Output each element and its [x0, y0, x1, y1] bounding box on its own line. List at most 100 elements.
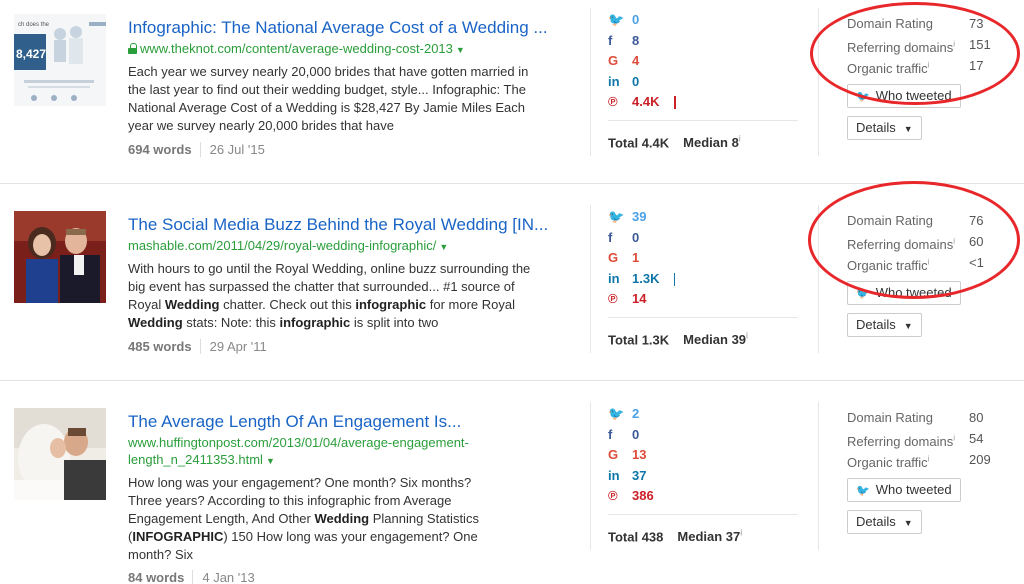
social-shares: 🐦 0 f8 G4 in 0 ℗ 4.4K Total 4.4K Median 8i: [608, 10, 798, 150]
info-icon: i: [927, 455, 930, 464]
description-text: stats: Note: this: [182, 315, 280, 330]
description-text: Each year we survey nearly 20,000 brides…: [128, 64, 529, 133]
twitter-icon: 🐦: [856, 485, 870, 497]
info-icon: i: [953, 40, 955, 49]
referring-domains: Referring domainsi 54: [847, 431, 984, 450]
facebook-icon: f: [608, 32, 613, 48]
linkedin-icon: in: [608, 73, 620, 89]
caret-down-icon: ▼: [903, 518, 913, 528]
result-url[interactable]: mashable.com/2011/04/29/royal-wedding-in…: [128, 237, 568, 256]
share-totals: Total 438 Median 37i: [608, 528, 742, 544]
who-tweeted-button[interactable]: 🐦 Who tweeted: [847, 478, 961, 502]
total-shares: Total 1.3K: [608, 332, 670, 348]
caret-down-icon[interactable]: ▼: [456, 45, 465, 55]
seo-metrics: Domain Rating 73 Referring domainsi 151 Or…: [847, 13, 1007, 76]
result-meta: 694 words 26 Jul '15: [128, 142, 265, 157]
column-divider: [590, 8, 591, 156]
details-dropdown[interactable]: Details ▼: [847, 510, 922, 534]
twitter-icon: 🐦: [608, 406, 625, 421]
result-row: 8,427 ch does the Infographic: The Natio…: [0, 0, 1024, 197]
referring-domains: Referring domainsi 151: [847, 37, 991, 56]
facebook-icon: f: [608, 426, 613, 442]
linkedin-icon: in: [608, 467, 620, 483]
pinterest-shares: ℗ 14: [608, 289, 798, 310]
result-url-text[interactable]: www.huffingtonpost.com/2013/01/04/averag…: [128, 435, 469, 467]
result-url[interactable]: www.theknot.com/content/average-wedding-…: [128, 40, 568, 59]
result-description: With hours to go until the Royal Wedding…: [128, 260, 548, 332]
organic-traffic: Organic traffici <1: [847, 255, 984, 274]
row-separator: [0, 380, 1024, 381]
word-count: 694 words: [128, 142, 192, 157]
pinterest-share-bar: [674, 96, 676, 109]
seo-metrics: Domain Rating 80 Referring domainsi 54 Org…: [847, 407, 1007, 470]
result-title[interactable]: The Social Media Buzz Behind the Royal W…: [128, 215, 568, 235]
divider: [608, 514, 798, 515]
word-count: 485 words: [128, 339, 192, 354]
description-text: for more Royal: [426, 297, 516, 312]
twitter-icon: 🐦: [608, 209, 625, 224]
facebook-shares: f0: [608, 228, 798, 249]
caret-down-icon: ▼: [903, 321, 913, 331]
info-icon: i: [738, 134, 741, 144]
result-row: The Social Media Buzz Behind the Royal W…: [0, 181, 1024, 394]
who-tweeted-button[interactable]: 🐦 Who tweeted: [847, 281, 961, 305]
share-totals: Total 4.4K Median 8i: [608, 134, 741, 150]
googleplus-shares: G1: [608, 248, 798, 269]
info-icon: i: [927, 61, 930, 70]
column-divider: [590, 402, 591, 550]
domain-rating: Domain Rating 76: [847, 213, 984, 228]
result-thumbnail[interactable]: [14, 408, 106, 500]
median-shares: Median 8i: [683, 134, 741, 151]
highlighted-keyword: Wedding: [314, 511, 370, 526]
total-shares: Total 4.4K: [608, 135, 670, 151]
share-totals: Total 1.3K Median 39i: [608, 331, 748, 347]
result-thumbnail[interactable]: 8,427 ch does the: [14, 14, 106, 106]
details-dropdown[interactable]: Details ▼: [847, 116, 922, 140]
twitter-icon: 🐦: [856, 91, 870, 103]
total-shares: Total 438: [608, 529, 664, 545]
divider: [608, 120, 798, 121]
lock-icon: [128, 43, 137, 54]
caret-down-icon[interactable]: ▼: [266, 456, 275, 466]
highlighted-keyword: infographic: [355, 297, 427, 312]
publish-date: 29 Apr '11: [199, 339, 267, 354]
publish-date: 26 Jul '15: [199, 142, 265, 157]
social-shares: 🐦 39 f0 G1 in 1.3K ℗ 14 Total 1.3K Median 39…: [608, 207, 798, 347]
description-text: is split into two: [350, 315, 439, 330]
twitter-icon: 🐦: [608, 12, 625, 27]
domain-rating: Domain Rating 80: [847, 410, 984, 425]
svg-text:ch does the: ch does the: [18, 22, 50, 28]
facebook-shares: f0: [608, 425, 798, 446]
linkedin-shares: in 0: [608, 72, 798, 93]
median-shares: Median 39i: [683, 331, 749, 348]
googleplus-shares: G 13: [608, 445, 798, 466]
result-url[interactable]: www.huffingtonpost.com/2013/01/04/averag…: [128, 434, 478, 470]
pinterest-shares: ℗ 4.4K: [608, 92, 798, 113]
twitter-shares: 🐦 39: [608, 207, 798, 228]
who-tweeted-button[interactable]: 🐦 Who tweeted: [847, 84, 961, 108]
result-row: The Average Length Of An Engagement Is..…: [0, 394, 1024, 584]
twitter-shares: 🐦 0: [608, 10, 798, 31]
facebook-shares: f8: [608, 31, 798, 52]
result-title[interactable]: The Average Length Of An Engagement Is..…: [128, 412, 568, 432]
pinterest-icon: ℗: [608, 488, 618, 503]
googleplus-shares: G4: [608, 51, 798, 72]
info-icon: i: [927, 258, 930, 267]
result-url-text[interactable]: www.theknot.com/content/average-wedding-…: [140, 41, 453, 56]
details-dropdown[interactable]: Details ▼: [847, 313, 922, 337]
column-divider: [818, 402, 819, 550]
linkedin-icon: in: [608, 270, 620, 286]
result-title[interactable]: Infographic: The National Average Cost o…: [128, 18, 568, 38]
result-description: How long was your engagement? One month?…: [128, 474, 508, 564]
organic-traffic: Organic traffici 209: [847, 452, 991, 471]
column-divider: [818, 8, 819, 156]
publish-date: 4 Jan '13: [192, 570, 255, 584]
pinterest-icon: ℗: [608, 94, 618, 109]
result-thumbnail[interactable]: [14, 211, 106, 303]
caret-down-icon[interactable]: ▼: [439, 242, 448, 252]
highlighted-keyword: Wedding: [128, 315, 183, 330]
median-shares: Median 37i: [677, 528, 743, 545]
result-url-text[interactable]: mashable.com/2011/04/29/royal-wedding-in…: [128, 238, 436, 253]
seo-metrics: Domain Rating 76 Referring domainsi 60 Org…: [847, 210, 1007, 273]
referring-domains: Referring domainsi 60: [847, 234, 984, 253]
